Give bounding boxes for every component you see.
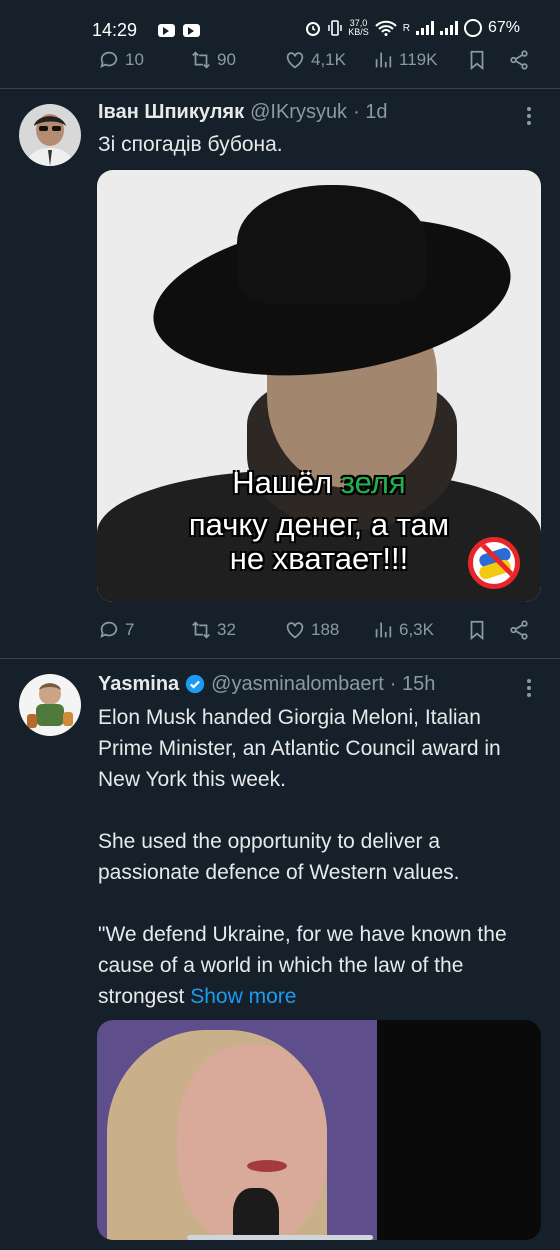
more-options-icon[interactable] xyxy=(524,105,534,127)
reply-button[interactable]: 7 xyxy=(98,616,134,644)
youtube-icon xyxy=(183,24,200,37)
status-bar: 14:29 37,0 KB/S R 67% xyxy=(0,0,560,44)
wifi-label: R xyxy=(402,22,410,34)
reply-icon xyxy=(100,51,118,69)
tweet-header: Іван Шпикуляк @IKrysyuk · 1d xyxy=(98,99,388,125)
meme-caption-white: Нашёл xyxy=(232,465,341,500)
views-icon xyxy=(375,52,392,68)
vibrate-icon xyxy=(328,20,342,36)
status-icons: 37,0 KB/S R 67% xyxy=(304,19,520,37)
heart-icon xyxy=(286,622,304,639)
divider xyxy=(0,658,560,659)
tweet-text: Elon Musk handed Giorgia Meloni, Italian… xyxy=(98,702,538,1012)
bookmark-button[interactable] xyxy=(466,616,488,644)
tweet-header: Yasmina @yasminalombaert · 15h xyxy=(98,671,435,697)
author-name[interactable]: Yasmina xyxy=(98,673,179,696)
status-time: 14:29 xyxy=(92,20,138,40)
tweet-paragraph: "We defend Ukraine, for we have known th… xyxy=(98,923,507,1008)
home-indicator[interactable] xyxy=(187,1235,373,1240)
share-icon xyxy=(510,50,528,70)
no-ukraine-flag-icon xyxy=(468,537,520,589)
youtube-icon xyxy=(158,24,175,37)
repost-button[interactable]: 32 xyxy=(190,616,236,644)
reply-icon xyxy=(100,621,118,639)
tweet-time: · 1d xyxy=(353,100,388,123)
reply-count: 7 xyxy=(125,620,135,639)
share-button[interactable] xyxy=(508,616,530,644)
views-count: 119K xyxy=(399,50,438,69)
repost-icon xyxy=(192,51,210,69)
image-hat-top xyxy=(237,185,427,305)
battery-icon xyxy=(463,19,482,37)
top-action-row: 10 90 4,1K 119K xyxy=(98,46,538,74)
reply-count: 10 xyxy=(125,50,144,69)
tweet-time: · 15h xyxy=(389,672,436,695)
meme-caption-green: зеля xyxy=(340,465,406,500)
meme-caption-line2: пачку денег, а там xyxy=(188,507,450,542)
views-icon xyxy=(375,622,392,638)
like-button[interactable]: 4,1K xyxy=(284,46,346,74)
network-speed: 37,0 KB/S xyxy=(348,19,369,37)
author-handle[interactable]: @yasminalombaert xyxy=(211,673,384,696)
more-options-icon[interactable] xyxy=(524,677,534,699)
author-handle[interactable]: @IKrysyuk xyxy=(250,101,347,124)
tweet-paragraph: Elon Musk handed Giorgia Meloni, Italian… xyxy=(98,706,501,791)
reply-button[interactable]: 10 xyxy=(98,46,144,74)
repost-icon xyxy=(192,621,210,639)
views-button[interactable]: 119K xyxy=(372,46,437,74)
tweet-video[interactable] xyxy=(97,1020,541,1240)
repost-button[interactable]: 90 xyxy=(190,46,236,74)
tweet-image[interactable]: Нашёл зеля пачку денег, а там не хватает… xyxy=(97,170,541,602)
bookmark-button[interactable] xyxy=(466,46,488,74)
like-button[interactable]: 188 xyxy=(284,616,339,644)
share-button[interactable] xyxy=(508,46,530,74)
avatar[interactable] xyxy=(19,104,81,166)
show-more-link[interactable]: Show more xyxy=(190,985,296,1008)
repost-count: 90 xyxy=(217,50,236,69)
like-count: 188 xyxy=(311,620,340,639)
signal-icon xyxy=(415,21,434,35)
views-count: 6,3K xyxy=(399,620,434,639)
avatar[interactable] xyxy=(19,674,81,736)
views-button[interactable]: 6,3K xyxy=(372,616,434,644)
tweet-paragraph: She used the opportunity to deliver a pa… xyxy=(98,830,460,884)
wifi-icon xyxy=(375,20,397,36)
signal-icon xyxy=(439,21,458,35)
author-name[interactable]: Іван Шпикуляк xyxy=(98,101,244,124)
video-lips xyxy=(247,1160,287,1172)
network-speed-unit: KB/S xyxy=(348,27,369,37)
tweet-text: Зі спогадів бубона. xyxy=(98,133,283,156)
share-icon xyxy=(510,620,528,640)
video-microphone xyxy=(233,1188,279,1240)
bookmark-icon xyxy=(470,620,484,641)
like-count: 4,1K xyxy=(311,50,346,69)
alarm-icon xyxy=(306,22,321,36)
divider xyxy=(0,88,560,89)
battery-level: 67% xyxy=(487,19,520,36)
verified-badge-icon xyxy=(186,674,205,694)
bookmark-icon xyxy=(470,50,484,71)
repost-count: 32 xyxy=(217,620,236,639)
meme-caption-line1: Нашёл зеля xyxy=(97,466,541,499)
heart-icon xyxy=(286,52,304,69)
tweet-action-row: 7 32 188 6,3K xyxy=(98,616,538,644)
